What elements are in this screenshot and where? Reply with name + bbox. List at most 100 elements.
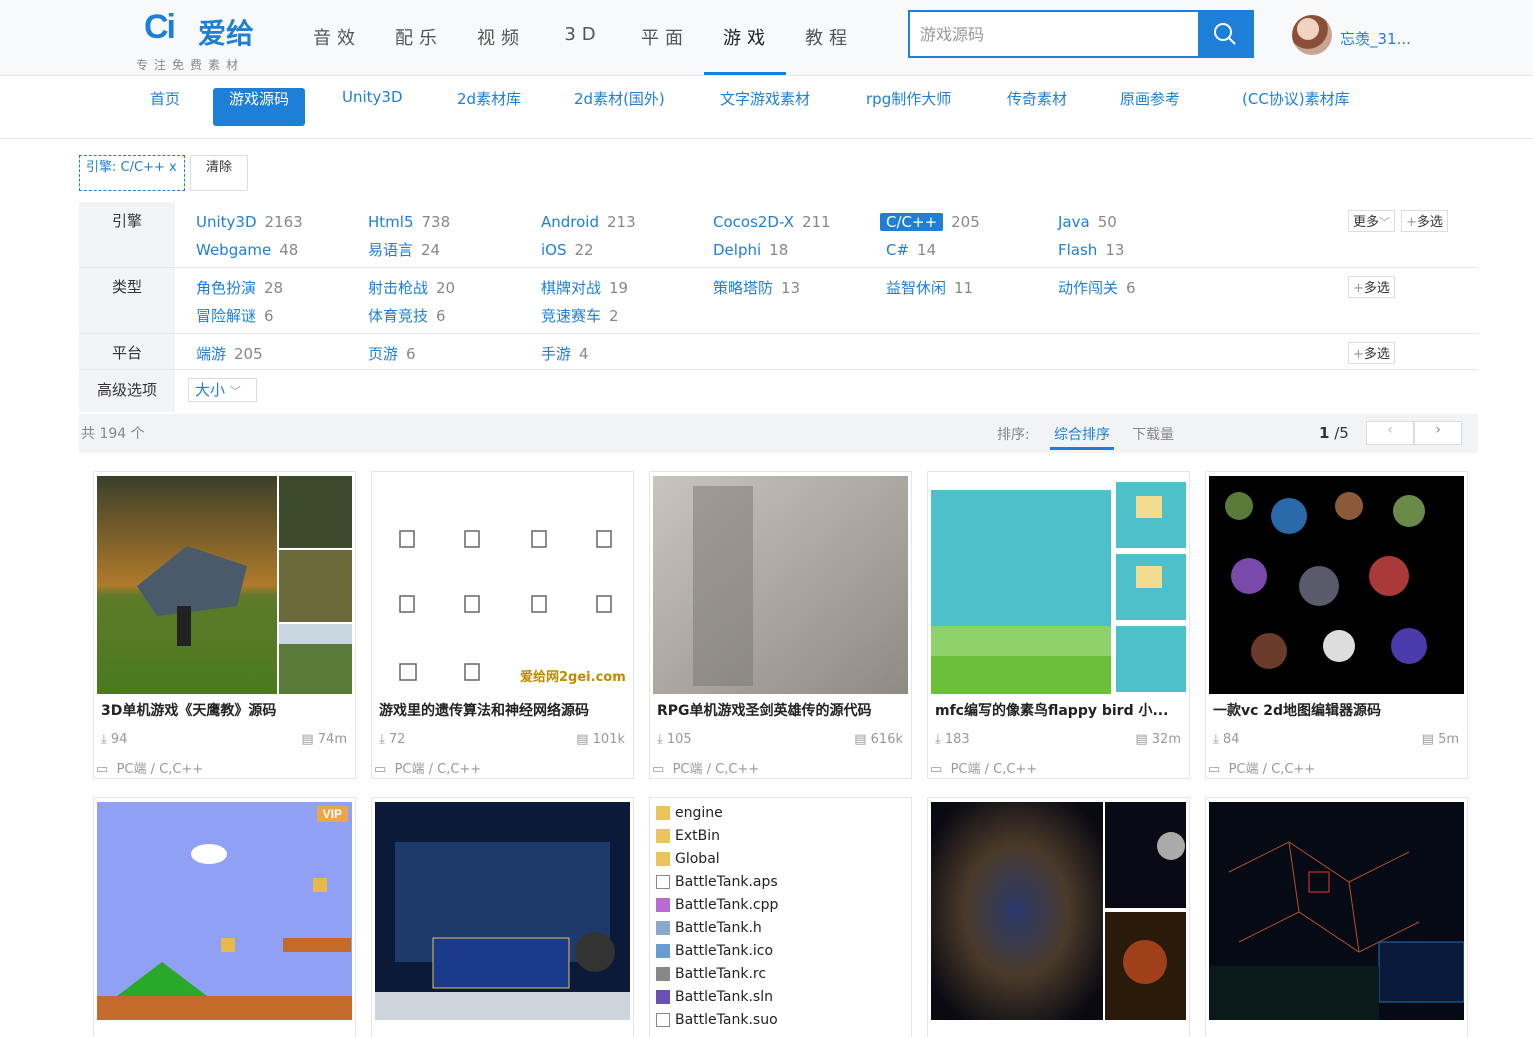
watermark: 爱给网2gei.com bbox=[520, 669, 626, 685]
multi-select-button[interactable]: +多选 bbox=[1401, 210, 1448, 232]
folder-icon: ▭ bbox=[930, 762, 943, 777]
site-logo[interactable]: Ci 爱给 专注免费素材 bbox=[136, 6, 276, 72]
filter-option[interactable]: 射击枪战 20 bbox=[368, 276, 455, 300]
resource-card[interactable]: mfc编写的像素鸟flappy bird 小... ⤓ 183 ▤ 32m ▭ … bbox=[927, 471, 1190, 779]
file-row: engine bbox=[656, 802, 906, 825]
resource-card[interactable]: RPG单机游戏圣剑英雄传的源代码 ⤓ 105 ▤ 616k ▭ PC端 / C,… bbox=[649, 471, 912, 779]
card-title[interactable]: RPG单机游戏圣剑英雄传的源代码 bbox=[657, 700, 907, 720]
thumbnail[interactable] bbox=[931, 802, 1186, 1020]
resource-card[interactable]: engine ExtBin Global BattleTank.aps Batt… bbox=[649, 797, 912, 1037]
nav-item-video[interactable]: 视频 bbox=[460, 24, 542, 50]
nav-item-sound[interactable]: 音效 bbox=[296, 24, 378, 50]
resource-card[interactable]: 一款vc 2d地图编辑器源码 ⤓ 84 ▤ 5m ▭ PC端 / C,C++ bbox=[1205, 471, 1468, 779]
resource-card[interactable]: 爱给网2gei.com 游戏里的遗传算法和神经网络源码 ⤓ 72 ▤ 101k … bbox=[371, 471, 634, 779]
filter-option[interactable]: 棋牌对战 19 bbox=[541, 276, 628, 300]
filter-option-selected[interactable]: C/C++ 205 bbox=[880, 210, 980, 234]
filter-option[interactable]: 端游 205 bbox=[196, 342, 263, 366]
subnav-cc-library[interactable]: (CC协议)素材库 bbox=[1226, 88, 1366, 126]
filter-option[interactable]: 冒险解谜 6 bbox=[196, 304, 274, 328]
filter-option[interactable]: 角色扮演 28 bbox=[196, 276, 283, 300]
filter-label-engine: 引擎 bbox=[79, 202, 175, 267]
subnav-unity3d[interactable]: Unity3D bbox=[326, 88, 419, 126]
multi-select-button[interactable]: +多选 bbox=[1348, 342, 1395, 364]
filter-option[interactable]: Unity3D 2163 bbox=[196, 210, 303, 234]
filter-option[interactable]: Cocos2D-X 211 bbox=[713, 210, 831, 234]
filter-option[interactable]: Java 50 bbox=[1058, 210, 1117, 234]
avatar[interactable] bbox=[1292, 15, 1332, 55]
size-dropdown[interactable]: 大小 ﹀ bbox=[188, 378, 257, 402]
resource-card[interactable]: VIP bbox=[93, 797, 356, 1037]
file-icon bbox=[656, 875, 670, 889]
card-downloads: ⤓ 183 bbox=[935, 732, 970, 747]
thumbnail[interactable] bbox=[653, 476, 908, 694]
nav-item-graphic[interactable]: 平面 bbox=[624, 24, 706, 50]
selected-filter-chip[interactable]: 引擎: C/C++ x bbox=[79, 155, 185, 191]
active-nav-underline bbox=[704, 72, 786, 75]
sort-overall[interactable]: 综合排序 bbox=[1050, 424, 1114, 450]
sub-nav: 首页 游戏源码 Unity3D 2d素材库 2d素材(国外) 文字游戏素材 rp… bbox=[0, 76, 1533, 139]
file-row: BattleTank.aps bbox=[656, 871, 906, 894]
sln-file-icon bbox=[656, 990, 670, 1004]
sort-label: 排序: bbox=[997, 427, 1030, 443]
next-page-button[interactable]: › bbox=[1414, 421, 1462, 445]
card-title[interactable]: 游戏里的遗传算法和神经网络源码 bbox=[379, 700, 629, 720]
subnav-game-source[interactable]: 游戏源码 bbox=[213, 88, 306, 126]
filter-option[interactable]: iOS 22 bbox=[541, 238, 594, 262]
thumbnail[interactable] bbox=[97, 476, 352, 694]
filter-option[interactable]: 策略塔防 13 bbox=[713, 276, 800, 300]
filter-option[interactable]: Delphi 18 bbox=[713, 238, 788, 262]
resource-card[interactable] bbox=[371, 797, 634, 1037]
card-tags: ▭ PC端 / C,C++ bbox=[1208, 762, 1316, 777]
nav-item-music[interactable]: 配乐 bbox=[378, 24, 460, 50]
filter-option[interactable]: C# 14 bbox=[886, 238, 936, 262]
rc-file-icon bbox=[656, 967, 670, 981]
subnav-rpg-maker[interactable]: rpg制作大师 bbox=[850, 88, 967, 126]
resource-card[interactable]: 3D单机游戏《天鹰教》源码 ⤓ 94 ▤ 74m ▭ PC端 / C,C++ bbox=[93, 471, 356, 779]
filter-option[interactable]: 手游 4 bbox=[541, 342, 589, 366]
subnav-2d-foreign[interactable]: 2d素材(国外) bbox=[558, 88, 681, 126]
subnav-home[interactable]: 首页 bbox=[134, 88, 196, 126]
resource-card[interactable] bbox=[927, 797, 1190, 1037]
subnav-concept-art[interactable]: 原画参考 bbox=[1104, 88, 1196, 126]
card-title[interactable]: 一款vc 2d地图编辑器源码 bbox=[1213, 700, 1463, 720]
filter-option[interactable]: Html5 738 bbox=[368, 210, 450, 234]
filter-option[interactable]: 竞速赛车 2 bbox=[541, 304, 619, 328]
card-tags: ▭ PC端 / C,C++ bbox=[96, 762, 204, 777]
filter-option[interactable]: 益智休闲 11 bbox=[886, 276, 973, 300]
filter-option[interactable]: Android 213 bbox=[541, 210, 636, 234]
nav-item-3d[interactable]: 3D bbox=[542, 24, 624, 45]
card-size: ▤ 74m bbox=[301, 732, 347, 747]
resource-card[interactable] bbox=[1205, 797, 1468, 1037]
subnav-2d-library[interactable]: 2d素材库 bbox=[441, 88, 537, 126]
thumbnail[interactable] bbox=[1209, 802, 1464, 1020]
thumbnail[interactable] bbox=[931, 476, 1186, 694]
filter-option[interactable]: 体育竞技 6 bbox=[368, 304, 446, 328]
username[interactable]: 忘羡_31... bbox=[1340, 28, 1411, 49]
filter-option[interactable]: Webgame 48 bbox=[196, 238, 298, 262]
folder-icon: ▭ bbox=[374, 762, 387, 777]
filter-option[interactable]: Flash 13 bbox=[1058, 238, 1124, 262]
multi-select-button[interactable]: +多选 bbox=[1348, 276, 1395, 298]
filter-option[interactable]: 页游 6 bbox=[368, 342, 416, 366]
filter-option[interactable]: 易语言 24 bbox=[368, 238, 440, 262]
nav-item-tutorial[interactable]: 教程 bbox=[788, 24, 870, 50]
subnav-legend[interactable]: 传奇素材 bbox=[991, 88, 1083, 126]
card-title[interactable]: mfc编写的像素鸟flappy bird 小... bbox=[935, 700, 1185, 720]
chevron-down-icon: ﹀ bbox=[1379, 216, 1391, 229]
card-title[interactable]: 3D单机游戏《天鹰教》源码 bbox=[101, 700, 351, 720]
search-button[interactable] bbox=[1198, 12, 1252, 56]
plus-icon: + bbox=[1406, 215, 1417, 230]
file-row: ExtBin bbox=[656, 825, 906, 848]
subnav-text-game[interactable]: 文字游戏素材 bbox=[704, 88, 826, 126]
nav-item-game[interactable]: 游戏 bbox=[706, 24, 788, 50]
more-options-button[interactable]: 更多﹀ bbox=[1348, 210, 1396, 232]
thumbnail[interactable]: VIP bbox=[97, 802, 352, 1020]
thumbnail[interactable] bbox=[375, 802, 630, 1020]
filter-option[interactable]: 动作闯关 6 bbox=[1058, 276, 1136, 300]
clear-filters-button[interactable]: 清除 bbox=[190, 155, 248, 191]
thumbnail[interactable] bbox=[1209, 476, 1464, 694]
search-input[interactable] bbox=[910, 12, 1198, 56]
prev-page-button[interactable]: ‹ bbox=[1366, 421, 1414, 445]
thumbnail[interactable]: 爱给网2gei.com bbox=[375, 476, 630, 694]
sort-downloads[interactable]: 下载量 bbox=[1132, 424, 1174, 444]
